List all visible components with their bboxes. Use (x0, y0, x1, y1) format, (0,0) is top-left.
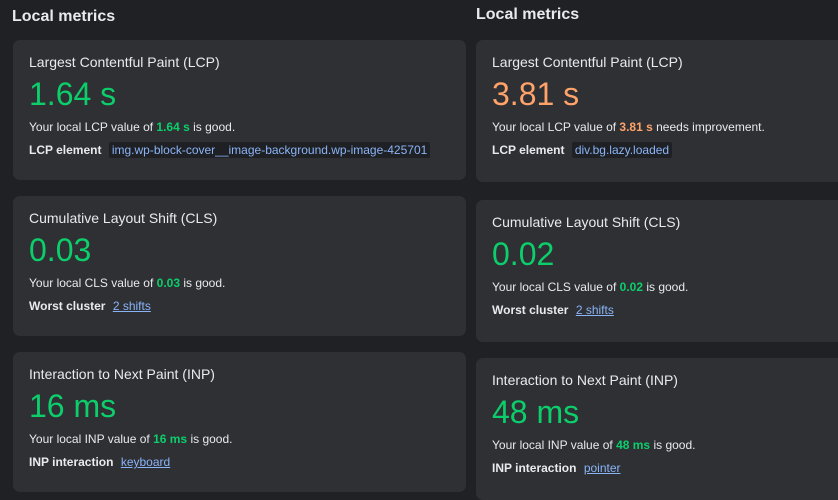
panel-heading: Local metrics (12, 8, 116, 25)
cls-card-title: Cumulative Layout Shift (CLS) (492, 214, 681, 230)
lcp-desc-suffix: is good. (189, 120, 236, 134)
cls-description: Your local CLS value of 0.03 is good. (29, 276, 450, 290)
inp-interaction-label: INP interaction (29, 455, 114, 469)
inp-desc-value: 48 ms (616, 438, 651, 452)
inp-description: Your local INP value of 16 ms is good. (29, 432, 450, 446)
lcp-card: Largest Contentful Paint (LCP) 3.81 s Yo… (476, 40, 838, 182)
worst-cluster-row: Worst cluster 2 shifts (29, 299, 450, 313)
inp-desc-prefix: Your local INP value of (492, 438, 617, 452)
left-metrics-panel: Local metrics Largest Contentful Paint (… (0, 0, 468, 500)
inp-interaction-link[interactable]: keyboard (121, 455, 170, 469)
worst-cluster-row: Worst cluster 2 shifts (492, 303, 830, 317)
inp-desc-value: 16 ms (153, 432, 188, 446)
worst-cluster-label: Worst cluster (492, 303, 569, 317)
inp-description: Your local INP value of 48 ms is good. (492, 438, 830, 452)
lcp-desc-value: 1.64 s (156, 120, 190, 134)
inp-desc-suffix: is good. (650, 438, 696, 452)
lcp-card: Largest Contentful Paint (LCP) 1.64 s Yo… (13, 40, 466, 180)
inp-card: Interaction to Next Paint (INP) 48 ms Yo… (476, 358, 838, 500)
worst-cluster-label: Worst cluster (29, 299, 106, 313)
lcp-card-title: Largest Contentful Paint (LCP) (492, 54, 683, 70)
lcp-element-row: LCP element img.wp-block-cover__image-ba… (29, 142, 450, 158)
panel-heading: Local metrics (476, 6, 580, 23)
cls-desc-suffix: is good. (643, 280, 689, 294)
right-metrics-panel: Local metrics Largest Contentful Paint (… (468, 0, 838, 500)
lcp-element-selector[interactable]: div.bg.lazy.loaded (571, 142, 673, 158)
lcp-element-label: LCP element (29, 143, 102, 157)
inp-interaction-label: INP interaction (492, 461, 577, 475)
inp-card: Interaction to Next Paint (INP) 16 ms Yo… (13, 352, 466, 492)
cls-desc-value: 0.02 (619, 280, 643, 294)
lcp-desc-prefix: Your local LCP value of (29, 120, 157, 134)
inp-desc-prefix: Your local INP value of (29, 432, 154, 446)
worst-cluster-link[interactable]: 2 shifts (113, 299, 151, 313)
lcp-element-label: LCP element (492, 143, 565, 157)
inp-interaction-link[interactable]: pointer (584, 461, 621, 475)
worst-cluster-link[interactable]: 2 shifts (576, 303, 614, 317)
lcp-description: Your local LCP value of 3.81 s needs imp… (492, 120, 830, 134)
lcp-desc-prefix: Your local LCP value of (492, 120, 620, 134)
inp-interaction-row: INP interaction pointer (492, 461, 830, 475)
inp-value: 16 ms (29, 388, 117, 424)
lcp-desc-suffix: needs improvement. (652, 120, 765, 134)
inp-desc-suffix: is good. (187, 432, 233, 446)
cls-desc-prefix: Your local CLS value of (29, 276, 157, 290)
lcp-desc-value: 3.81 s (619, 120, 653, 134)
cls-desc-value: 0.03 (156, 276, 180, 290)
inp-card-title: Interaction to Next Paint (INP) (29, 366, 215, 382)
inp-interaction-row: INP interaction keyboard (29, 455, 450, 469)
cls-card-title: Cumulative Layout Shift (CLS) (29, 210, 218, 226)
cls-desc-prefix: Your local CLS value of (492, 280, 620, 294)
lcp-card-title: Largest Contentful Paint (LCP) (29, 54, 220, 70)
inp-card-title: Interaction to Next Paint (INP) (492, 372, 678, 388)
cls-desc-suffix: is good. (180, 276, 226, 290)
cls-card: Cumulative Layout Shift (CLS) 0.02 Your … (476, 200, 838, 342)
lcp-element-row: LCP element div.bg.lazy.loaded (492, 142, 830, 158)
cls-description: Your local CLS value of 0.02 is good. (492, 280, 830, 294)
cls-value: 0.02 (492, 236, 555, 272)
lcp-value: 1.64 s (29, 76, 117, 112)
lcp-element-selector[interactable]: img.wp-block-cover__image-background.wp-… (108, 142, 431, 158)
cls-value: 0.03 (29, 232, 92, 268)
lcp-value: 3.81 s (492, 76, 580, 112)
cls-card: Cumulative Layout Shift (CLS) 0.03 Your … (13, 196, 466, 336)
inp-value: 48 ms (492, 394, 580, 430)
lcp-description: Your local LCP value of 1.64 s is good. (29, 120, 450, 134)
